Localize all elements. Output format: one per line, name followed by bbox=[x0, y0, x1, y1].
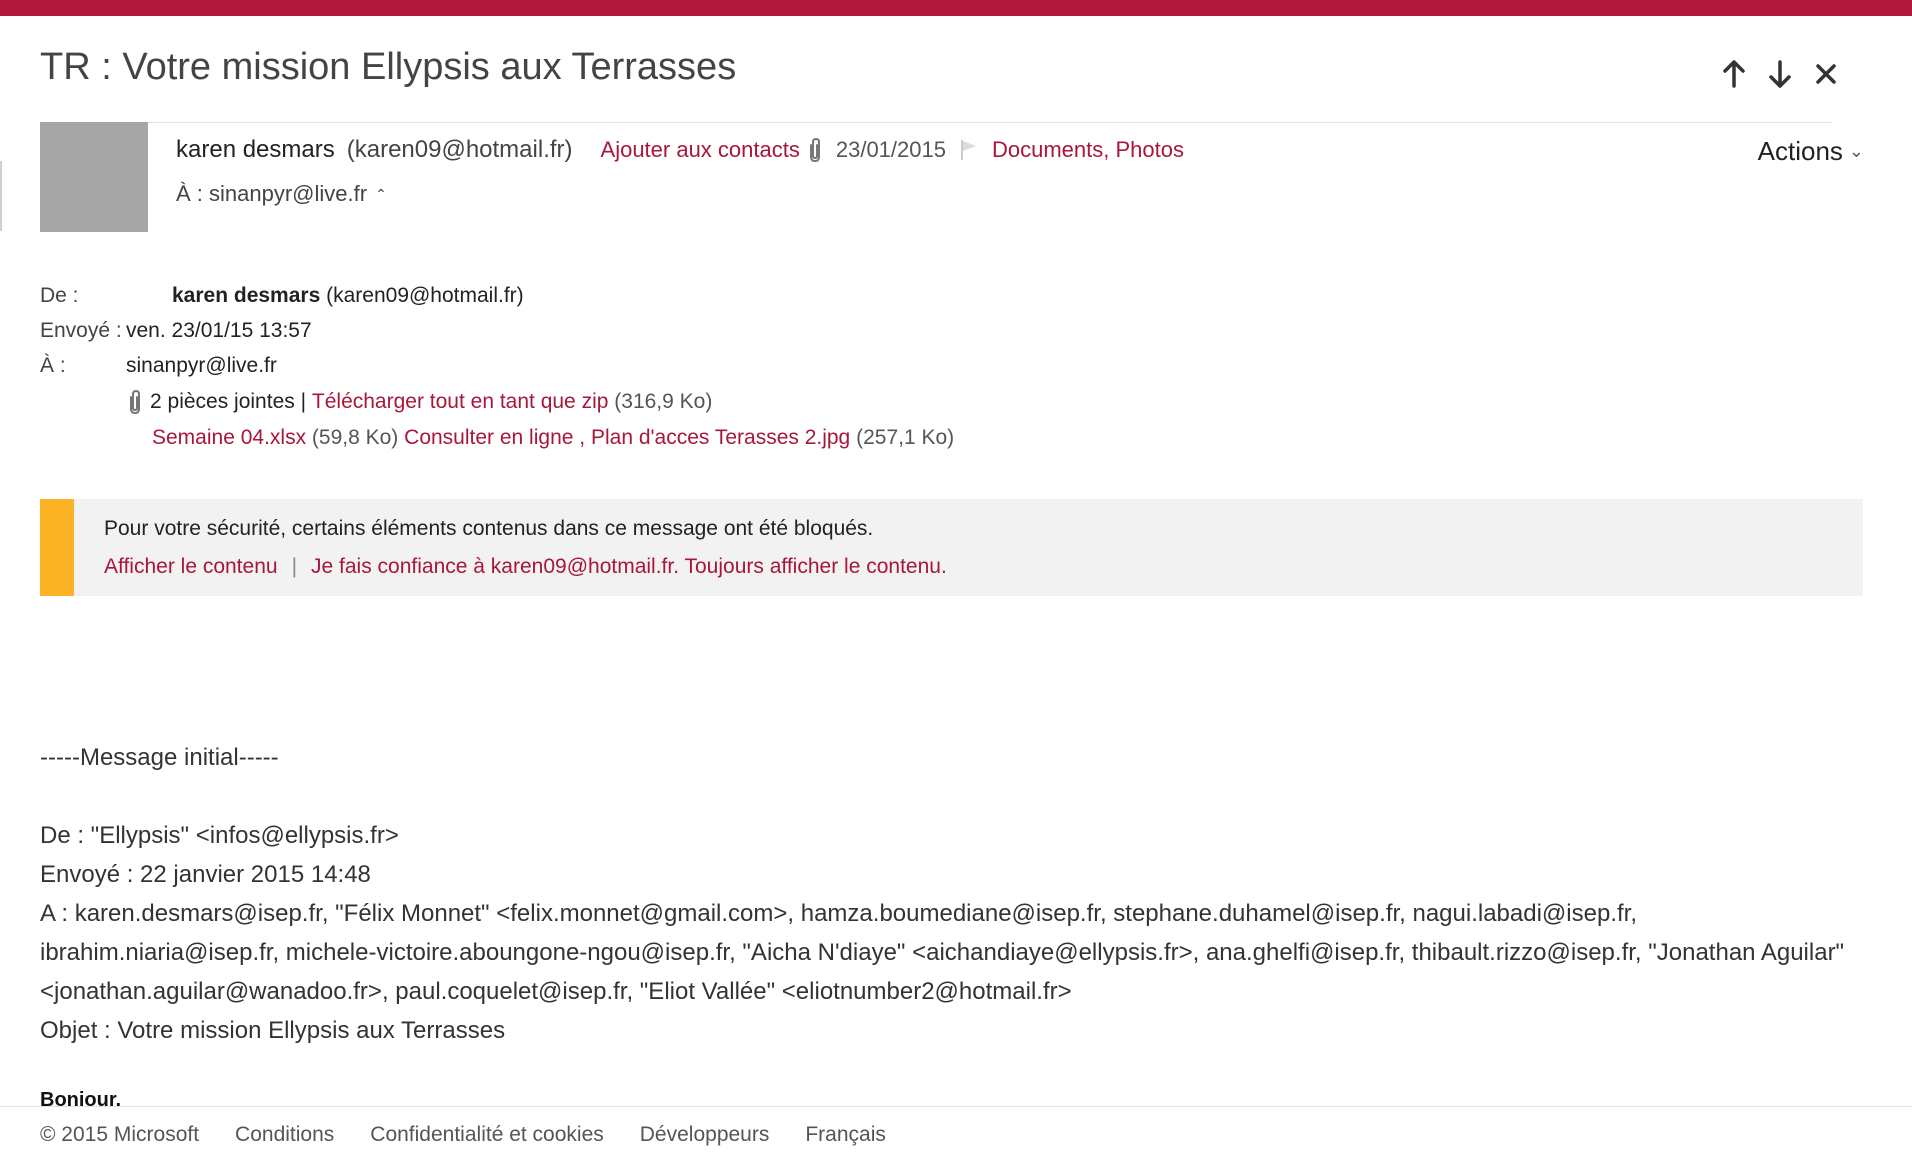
detail-from-row: De : karen desmars (karen09@hotmail.fr) bbox=[40, 278, 524, 313]
sender-line: karen desmars (karen09@hotmail.fr) Ajout… bbox=[176, 136, 1184, 164]
attachment-xlsx-link[interactable]: Semaine 04.xlsx bbox=[152, 426, 306, 449]
actions-label: Actions bbox=[1757, 136, 1843, 166]
attachment-xlsx-size: (59,8 Ko) bbox=[311, 426, 399, 449]
page-footer: © 2015 Microsoft Conditions Confidential… bbox=[0, 1106, 1912, 1163]
paperclip-icon bbox=[806, 136, 824, 164]
attachment-jpg-size: (257,1 Ko) bbox=[856, 426, 955, 449]
sender-avatar[interactable] bbox=[40, 122, 148, 232]
message-body: -----Message initial----- De : "Ellypsis… bbox=[40, 738, 1870, 1050]
trust-sender-link[interactable]: Je fais confiance à karen09@hotmail.fr. … bbox=[311, 555, 947, 578]
message-date: 23/01/2015 bbox=[835, 137, 946, 162]
flag-icon[interactable] bbox=[960, 138, 978, 162]
footer-privacy-link[interactable]: Confidentialité et cookies bbox=[370, 1123, 603, 1147]
detail-sent-label: Envoyé : bbox=[40, 319, 122, 342]
detail-from-email: (karen09@hotmail.fr) bbox=[326, 284, 524, 307]
add-to-contacts-link[interactable]: Ajouter aux contacts bbox=[601, 137, 800, 163]
previous-message-button[interactable] bbox=[1718, 54, 1750, 94]
arrow-down-icon bbox=[1769, 60, 1791, 88]
footer-copyright: © 2015 Microsoft bbox=[40, 1123, 200, 1146]
detail-from-name: karen desmars bbox=[172, 284, 321, 307]
recipient-text: À : sinanpyr@live.fr bbox=[176, 181, 368, 206]
footer-developers-link[interactable]: Développeurs bbox=[640, 1123, 770, 1147]
close-message-button[interactable] bbox=[1810, 54, 1842, 94]
security-warning-banner: Pour votre sécurité, certains éléments c… bbox=[40, 499, 1863, 596]
attachments-block: 2 pièces jointes | Télécharger tout en t… bbox=[126, 384, 954, 456]
actions-menu[interactable]: Actions ⌄ bbox=[1758, 136, 1864, 167]
sender-email: (karen09@hotmail.fr) bbox=[346, 136, 573, 163]
attachments-count: 2 pièces jointes | bbox=[150, 390, 307, 413]
initial-message-marker: -----Message initial----- bbox=[40, 744, 279, 771]
original-from: De : "Ellypsis" <infos@ellypsis.fr> bbox=[40, 822, 399, 849]
arrow-up-icon bbox=[1723, 60, 1745, 88]
message-subject: TR : Votre mission Ellypsis aux Terrasse… bbox=[40, 46, 737, 88]
message-reading-pane: TR : Votre mission Ellypsis aux Terrasse… bbox=[0, 16, 1912, 1163]
attachment-jpg-link[interactable]: Plan d'acces Terasses 2.jpg bbox=[591, 426, 850, 449]
footer-conditions-link[interactable]: Conditions bbox=[235, 1123, 334, 1147]
detail-from-label: De : bbox=[40, 284, 79, 307]
detail-sent-row: Envoyé : ven. 23/01/15 13:57 bbox=[40, 313, 524, 348]
paperclip-icon bbox=[126, 388, 144, 416]
detail-to-row: À : sinanpyr@live.fr bbox=[40, 348, 524, 383]
header-divider bbox=[148, 122, 1832, 123]
scrollbar-stub bbox=[0, 161, 2, 231]
message-details: De : karen desmars (karen09@hotmail.fr) … bbox=[40, 278, 524, 383]
original-recipients: A : karen.desmars@isep.fr, "Félix Monnet… bbox=[40, 900, 1845, 1005]
categories-link[interactable]: Documents, Photos bbox=[992, 137, 1184, 163]
detail-to-value: sinanpyr@live.fr bbox=[126, 354, 277, 377]
chevron-down-icon: ⌄ bbox=[1848, 141, 1864, 161]
link-separator: | bbox=[291, 555, 298, 578]
download-zip-link[interactable]: Télécharger tout en tant que zip bbox=[312, 384, 609, 420]
sender-name[interactable]: karen desmars bbox=[176, 136, 335, 164]
show-content-link[interactable]: Afficher le contenu bbox=[104, 555, 278, 578]
original-sent: Envoyé : 22 janvier 2015 14:48 bbox=[40, 861, 371, 888]
view-online-link[interactable]: Consulter en ligne bbox=[404, 426, 573, 449]
attachment-separator: , bbox=[579, 426, 586, 449]
expand-details-icon[interactable]: ⌃ bbox=[375, 186, 387, 203]
detail-sent-value: ven. 23/01/15 13:57 bbox=[126, 319, 312, 342]
brand-top-bar bbox=[0, 0, 1912, 16]
original-subject: Objet : Votre mission Ellypsis aux Terra… bbox=[40, 1017, 506, 1044]
security-message: Pour votre sécurité, certains éléments c… bbox=[104, 517, 874, 540]
warning-accent-bar bbox=[40, 499, 74, 596]
message-navigation bbox=[1718, 54, 1842, 94]
close-icon bbox=[1816, 64, 1836, 84]
recipient-line: À : sinanpyr@live.fr ⌃ bbox=[176, 181, 387, 207]
detail-to-label: À : bbox=[40, 354, 66, 377]
next-message-button[interactable] bbox=[1764, 54, 1796, 94]
footer-language-link[interactable]: Français bbox=[805, 1123, 886, 1147]
zip-size: (316,9 Ko) bbox=[614, 390, 713, 413]
